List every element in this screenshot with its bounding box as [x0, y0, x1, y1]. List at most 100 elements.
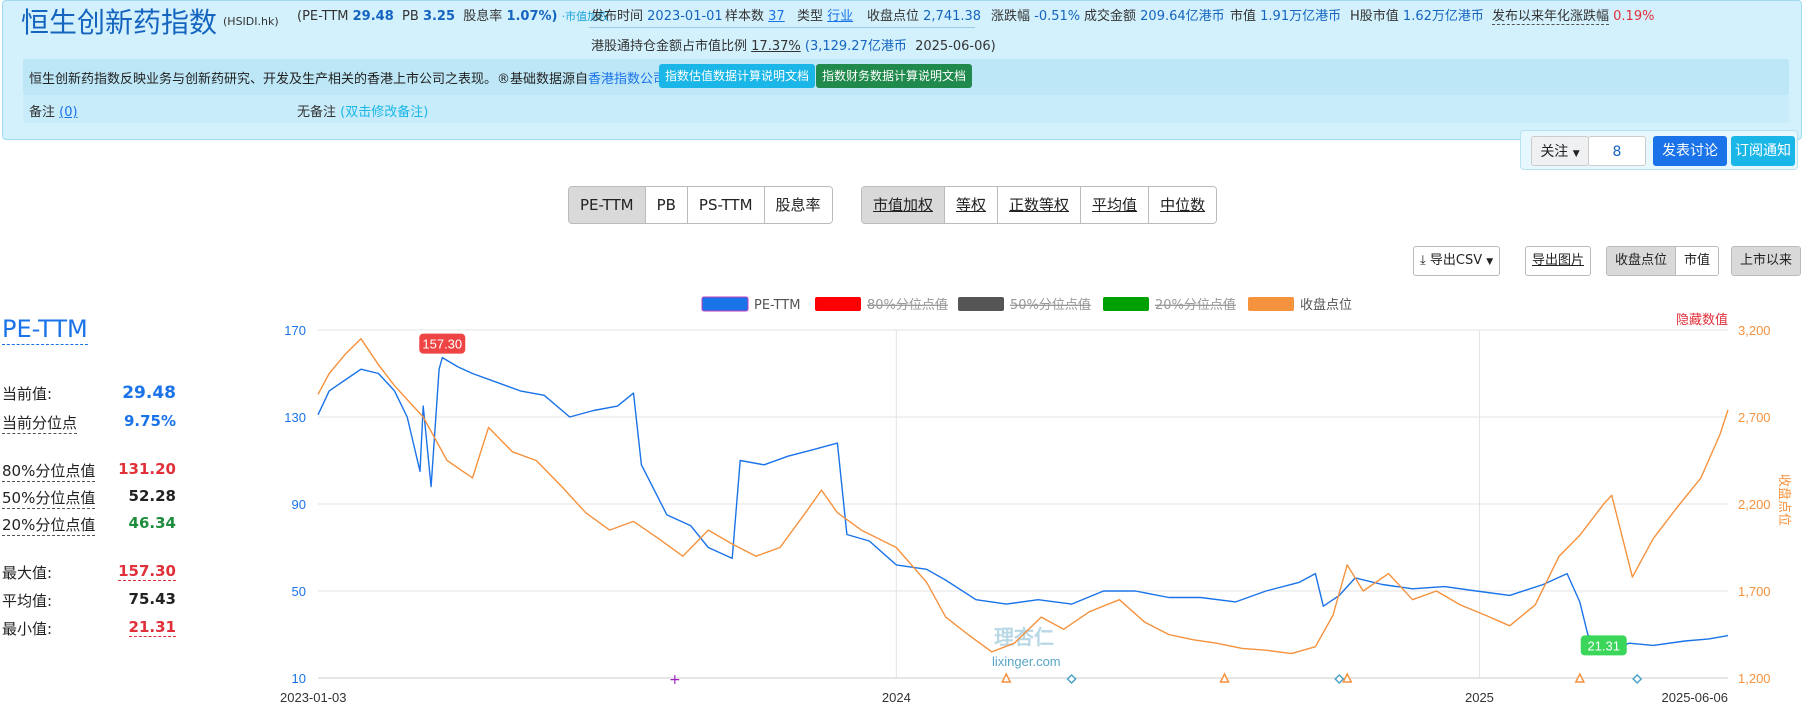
index-description-bar: 恒生创新药指数反映业务与创新药研究、开发及生产相关的香港上市公司之表现。®基础数…	[23, 59, 1789, 95]
event-marker-diamond[interactable]	[1334, 673, 1345, 685]
note-bar: 备注 (0) 无备注 (双击修改备注)	[23, 95, 1789, 123]
metric-tabs: PE-TTM PB PS-TTM 股息率	[568, 186, 833, 224]
tab-average[interactable]: 平均值	[1081, 187, 1150, 223]
legend-swatch	[1248, 297, 1294, 311]
y-left-tick-label: 130	[284, 410, 306, 425]
tab-dividend-yield[interactable]: 股息率	[764, 187, 832, 223]
turnover: 成交金额 209.64亿港币	[1084, 9, 1225, 24]
y-left-tick-label: 170	[284, 323, 306, 338]
legend-item[interactable]: 收盘点位	[1300, 297, 1352, 313]
valuation-doc-button[interactable]: 指数估值数据计算说明文档	[659, 64, 816, 88]
tab-ps-ttm[interactable]: PS-TTM	[687, 187, 765, 223]
y-right-tick-label: 3,200	[1738, 323, 1771, 338]
legend-swatch	[815, 297, 861, 311]
legend-item[interactable]: 20%分位点值	[1155, 297, 1236, 313]
follow-count: 8	[1588, 136, 1646, 166]
y-right-tick-label: 1,700	[1738, 584, 1771, 599]
watermark-logo: 理杏仁	[994, 625, 1054, 649]
y-right-tick-label: 2,200	[1738, 497, 1771, 512]
tab-equal-weight[interactable]: 等权	[945, 187, 999, 223]
range-toggle: 上市以来	[1731, 246, 1802, 276]
download-icon: ⤓	[1420, 253, 1426, 268]
index-type: 类型 行业	[797, 9, 854, 24]
note-value[interactable]: 无备注 (双击修改备注)	[297, 101, 428, 120]
pb-label: PB	[402, 9, 419, 24]
y-mode-toggle: 收盘点位 市值	[1606, 246, 1720, 276]
event-marker-diamond[interactable]	[1632, 673, 1643, 685]
pe-value: 29.48	[352, 9, 394, 24]
export-csv-button[interactable]: ⤓ 导出CSV ▼	[1413, 246, 1501, 276]
y-right-tick-label: 2,700	[1738, 410, 1771, 425]
event-marker-plus[interactable]: +	[669, 672, 681, 688]
event-marker-triangle[interactable]	[1342, 672, 1353, 683]
pe-label: (PE-TTM	[297, 9, 349, 24]
pb-value: 3.25	[422, 9, 456, 24]
y-left-tick-label: 90	[292, 497, 306, 512]
legend-item[interactable]: 50%分位点值	[1010, 297, 1091, 313]
watermark-url: lixinger.com	[992, 654, 1061, 669]
dy-label: 股息率	[463, 9, 503, 24]
legend-swatch	[1103, 297, 1149, 311]
southbound-holding: 港股通持仓金额占市值比例 17.37% (3,129.27亿港币 2025-06…	[591, 39, 996, 54]
index-description: 恒生创新药指数反映业务与创新药研究、开发及生产相关的香港上市公司之表现。®基础数…	[29, 72, 679, 87]
event-marker-triangle[interactable]	[1001, 672, 1012, 683]
index-info-panel: 恒生创新药指数 (HSIDI.hk) (PE-TTM 29.48 PB 3.25…	[2, 0, 1802, 140]
index-code: (HSIDI.hk)	[223, 15, 279, 28]
pe-ttm-line	[317, 356, 1729, 655]
publish-date: 发布时间 2023-01-01	[591, 9, 723, 24]
legend-swatch	[701, 296, 749, 312]
pe-ttm-chart[interactable]: 10 50 90 130 170 1,200 1,700 2,200 2,700 3,200 202…	[0, 284, 1804, 710]
legend-swatch	[958, 297, 1004, 311]
event-marker-triangle[interactable]	[1219, 672, 1230, 683]
follow-toolbar: 关注 ▼ 8 发表讨论 订阅通知	[1520, 130, 1798, 170]
event-marker-diamond[interactable]	[1066, 673, 1077, 685]
note-count-link[interactable]: (0)	[59, 105, 77, 120]
tab-pb[interactable]: PB	[645, 187, 688, 223]
event-marker-triangle[interactable]	[1574, 672, 1586, 683]
hsi-company-link[interactable]: 香港指数公司	[588, 72, 666, 87]
change-pct: 涨跌幅 -0.51%	[991, 9, 1081, 24]
export-image-button[interactable]: 导出图片	[1525, 246, 1592, 276]
x-tick-label: 2025-06-06	[1662, 690, 1729, 705]
post-discussion-button[interactable]: 发表讨论	[1653, 136, 1727, 166]
southbound-pct[interactable]: 17.37%	[751, 39, 801, 54]
y-left-tick-label: 50	[292, 584, 306, 599]
x-tick-label: 2025	[1465, 690, 1494, 705]
annualized-return: 发布以来年化涨跌幅 0.19%	[1492, 9, 1655, 25]
close-point-line	[317, 338, 1729, 655]
valuation-summary: (PE-TTM 29.48 PB 3.25 股息率 1.07%) ·市值加权	[297, 5, 609, 24]
tab-cap-weighted[interactable]: 市值加权	[862, 187, 946, 223]
financial-doc-button[interactable]: 指数财务数据计算说明文档	[816, 64, 973, 88]
caret-down-icon: ▼	[1486, 257, 1494, 267]
legend-item[interactable]: PE-TTM	[754, 298, 800, 313]
range-since-listing[interactable]: 上市以来	[1732, 247, 1801, 275]
max-value-label: 157.30	[422, 337, 462, 352]
tab-pe-ttm[interactable]: PE-TTM	[569, 187, 646, 223]
y-right-axis-label: 收盘点位	[1776, 474, 1792, 526]
y-left-tick-label: 10	[292, 671, 306, 686]
mode-close-point[interactable]: 收盘点位	[1607, 247, 1677, 275]
note-label: 备注 (0)	[29, 105, 78, 120]
mode-market-cap[interactable]: 市值	[1676, 247, 1719, 275]
dy-value: 1.07%)	[506, 9, 558, 24]
legend-item[interactable]: 80%分位点值	[867, 297, 948, 313]
sample-count-link[interactable]: 37	[768, 9, 785, 24]
h-share-cap: H股市值 1.62万亿港币	[1350, 9, 1484, 24]
market-cap: 市值 1.91万亿港币	[1230, 9, 1342, 24]
sample-count: 样本数 37	[725, 9, 785, 24]
min-value-label: 21.31	[1587, 638, 1620, 653]
x-tick-label: 2023-01-03	[280, 690, 347, 705]
hide-values-toggle[interactable]: 隐藏数值	[1676, 312, 1728, 328]
note-edit-hint[interactable]: (双击修改备注)	[340, 105, 428, 120]
index-type-link[interactable]: 行业	[827, 9, 853, 24]
index-name: 恒生创新药指数	[21, 6, 218, 39]
divider	[589, 27, 975, 28]
close-point: 收盘点位 2,741.38	[867, 9, 982, 24]
follow-dropdown[interactable]: 关注 ▼	[1531, 136, 1589, 166]
caret-down-icon: ▼	[1572, 149, 1580, 159]
y-right-tick-label: 1,200	[1738, 671, 1771, 686]
x-tick-label: 2024	[882, 690, 911, 705]
subscribe-button[interactable]: 订阅通知	[1731, 136, 1795, 166]
tab-median[interactable]: 中位数	[1149, 187, 1217, 223]
tab-positive-equal-weight[interactable]: 正数等权	[998, 187, 1082, 223]
